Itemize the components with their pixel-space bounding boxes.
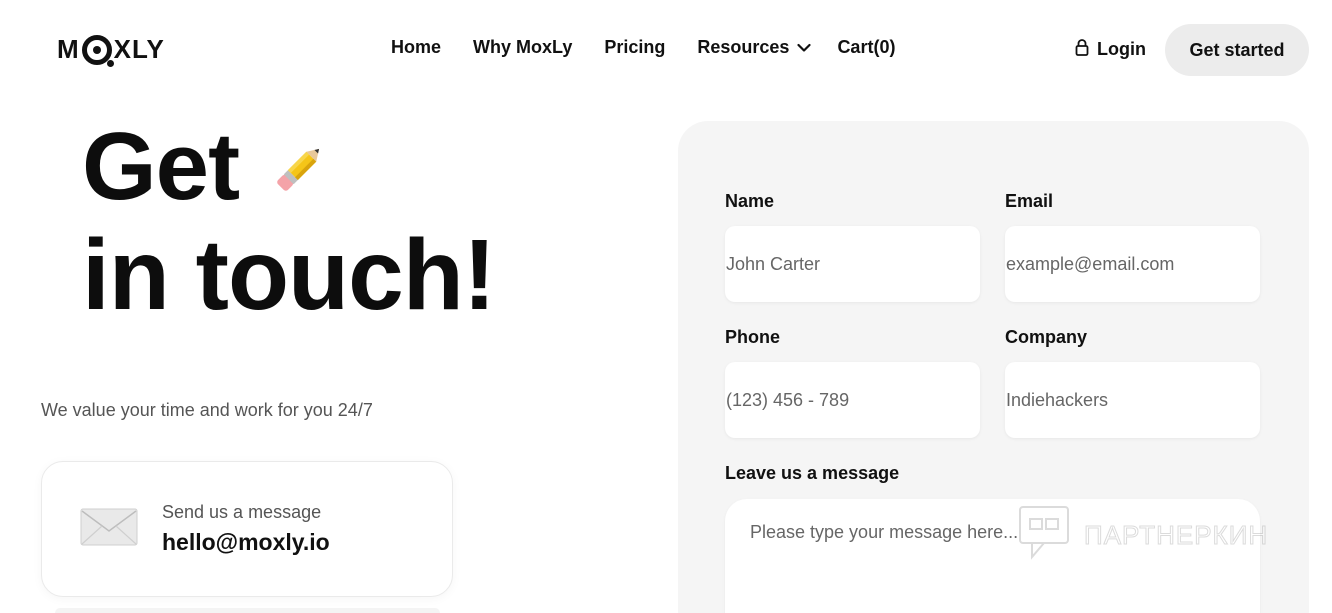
moxly-logo[interactable]: M XLY <box>57 34 165 67</box>
target-o-icon <box>81 34 114 67</box>
main-nav: Home Why MoxLy Pricing Resources Cart(0) <box>391 37 895 58</box>
chevron-down-icon <box>797 43 812 53</box>
next-contact-card-edge <box>55 608 440 613</box>
nav-home[interactable]: Home <box>391 37 441 58</box>
get-started-button[interactable]: Get started <box>1165 24 1309 76</box>
message-label: Leave us a message <box>725 463 900 483</box>
login-link[interactable]: Login <box>1075 38 1146 61</box>
page: M XLY Home Why MoxLy Pricing Resources C… <box>0 0 1332 613</box>
hero-heading-get: Get <box>82 113 240 220</box>
nav-cart[interactable]: Cart(0) <box>837 37 895 58</box>
contact-card-text: Send us a message hello@moxly.io <box>162 502 330 556</box>
hero-heading-line2: in touch! <box>82 219 496 331</box>
name-field-wrap <box>725 226 980 302</box>
pencil-emoji-icon <box>269 112 331 222</box>
message-textarea[interactable] <box>725 499 1260 613</box>
envelope-icon <box>80 506 138 553</box>
logo-text-right: XLY <box>113 34 165 64</box>
hero-subtitle: We value your time and work for you 24/7 <box>41 400 373 420</box>
email-field-wrap <box>1005 226 1260 302</box>
contact-card-label: Send us a message <box>162 502 322 522</box>
nav-why-moxly[interactable]: Why MoxLy <box>473 37 572 58</box>
email-label: Email <box>1005 191 1054 211</box>
phone-input[interactable] <box>726 362 980 438</box>
nav-resources-dropdown[interactable]: Resources <box>697 37 812 58</box>
nav-resources-label: Resources <box>697 37 790 57</box>
company-label: Company <box>1005 327 1088 347</box>
name-label: Name <box>725 191 775 211</box>
nav-pricing[interactable]: Pricing <box>604 37 665 58</box>
name-input[interactable] <box>726 226 980 302</box>
logo-text-left: M <box>57 34 80 64</box>
company-input[interactable] <box>1006 362 1260 438</box>
company-field-wrap <box>1005 362 1260 438</box>
lock-icon <box>1075 38 1089 61</box>
login-label: Login <box>1097 39 1146 59</box>
hero-heading-line1: Get <box>82 112 331 222</box>
message-field-wrap <box>725 499 1260 613</box>
email-input[interactable] <box>1006 226 1260 302</box>
email-contact-card[interactable]: Send us a message hello@moxly.io <box>41 461 453 597</box>
phone-field-wrap <box>725 362 980 438</box>
contact-email-link[interactable]: hello@moxly.io <box>162 529 330 556</box>
phone-label: Phone <box>725 327 781 347</box>
